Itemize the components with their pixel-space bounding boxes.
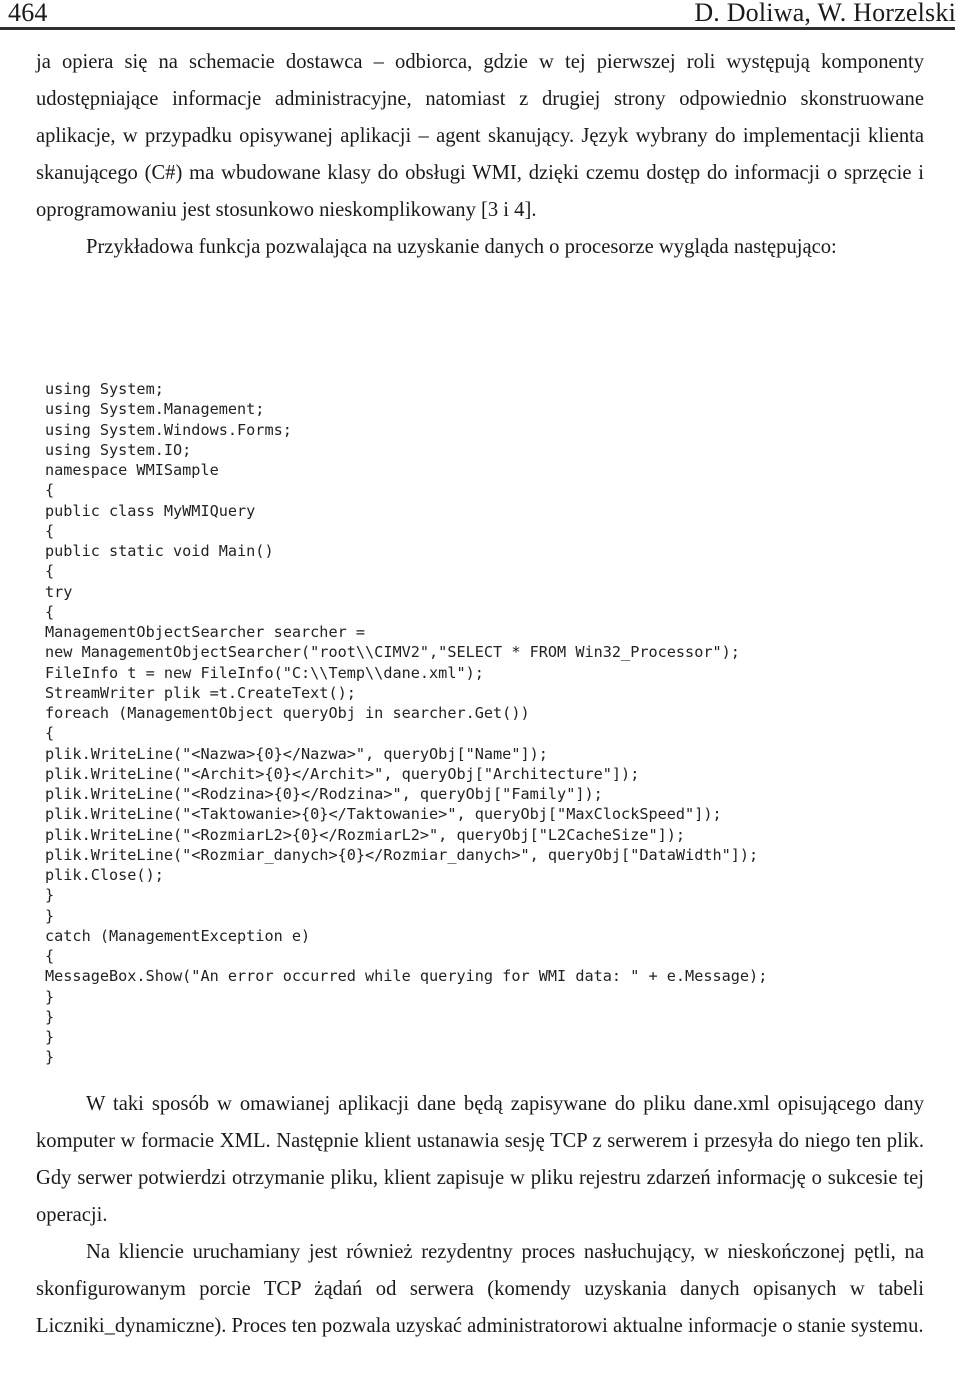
paragraph-continuation: ja opiera się na schemacie dostawca – od… (36, 51, 924, 221)
code-listing: using System; using System.Management; u… (45, 379, 945, 1068)
page-number: 464 (8, 0, 48, 27)
running-head: 464 D. Doliwa, W. Horzelski (0, 0, 960, 30)
paragraph-code-intro: Przykładowa funkcja pozwalająca na uzysk… (86, 236, 837, 258)
body-text-top: ja opiera się na schemacie dostawca – od… (36, 44, 924, 266)
running-head-authors: D. Doliwa, W. Horzelski (694, 0, 956, 27)
paragraph-listener-process: Na kliencie uruchamiany jest również rez… (36, 1241, 924, 1337)
body-text-bottom: W taki sposób w omawianej aplikacji dane… (36, 1086, 924, 1345)
paragraph-xml-description: W taki sposób w omawianej aplikacji dane… (36, 1093, 924, 1226)
header-rule (0, 27, 955, 30)
document-page: 464 D. Doliwa, W. Horzelski ja opiera si… (0, 0, 960, 1388)
code-listing-text: using System; using System.Management; u… (45, 380, 768, 1067)
